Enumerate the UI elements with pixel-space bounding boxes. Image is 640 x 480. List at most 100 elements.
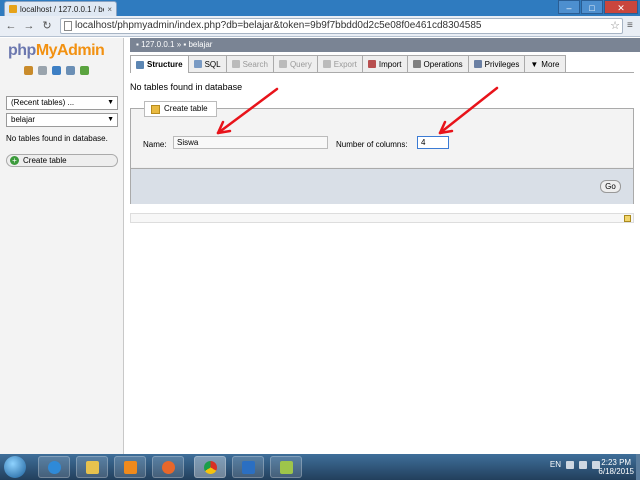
browser-tab[interactable]: localhost / 127.0.0.1 / bel × [4,1,117,16]
operations-icon [412,60,421,68]
taskbar-media[interactable] [114,456,146,478]
reload-navigation-icon[interactable] [80,66,89,75]
chevron-down-icon: ▼ [107,99,114,106]
tab-more[interactable]: ▼ More [524,55,566,72]
create-table-form: Name: Siswa Number of columns: 4 Go [130,108,634,204]
taskbar-explorer[interactable] [76,456,108,478]
breadcrumb-separator: » [176,40,182,49]
taskbar-ie[interactable] [38,456,70,478]
minimize-button[interactable]: – [558,0,580,14]
database-tabs: Structure SQL Search Query Export Import… [130,55,634,73]
tab-label: Search [242,59,268,69]
no-tables-notice: No tables found in database [130,82,243,92]
phpmyadmin-favicon-icon [9,5,17,13]
database-select-value: belajar [11,115,36,124]
create-table-fields: Name: Siswa Number of columns: 4 [131,109,633,167]
database-select[interactable]: belajar ▼ [6,113,118,127]
navigation-panel: phpMyAdmin (Recent tables) ... ▼ belajar… [0,38,124,454]
tab-import[interactable]: Import [361,55,408,72]
breadcrumb: ▪ 127.0.0.1 » ▪ belajar [130,38,640,52]
browser-titlebar: localhost / 127.0.0.1 / bel × – □ ✕ [0,0,640,16]
tab-label: SQL [204,59,221,69]
folder-icon [86,461,99,474]
docs-icon[interactable] [66,66,75,75]
help-icon[interactable] [52,66,61,75]
tab-label: Structure [147,60,183,69]
table-name-input[interactable]: Siswa [173,136,328,149]
query-icon [278,60,287,68]
maximize-button[interactable]: □ [581,0,603,14]
clock-date: 6/18/2015 [598,467,634,476]
form-footer: Go [131,168,633,204]
chevron-down-icon: ▼ [107,116,114,123]
name-label: Name: [143,140,167,149]
reload-button[interactable]: ↻ [40,19,54,33]
home-icon[interactable] [24,66,33,75]
quick-links [24,66,89,75]
tab-search[interactable]: Search [225,55,274,72]
tab-query[interactable]: Query [272,55,318,72]
tab-structure[interactable]: Structure [130,55,189,73]
system-tray: EN [550,460,600,469]
logo-php-text: php [8,42,36,59]
tab-label: Import [378,59,402,69]
export-icon [322,60,331,68]
tab-operations[interactable]: Operations [406,55,469,72]
browser-toolbar: ← → ↻ localhost/phpmyadmin/index.php?db=… [0,16,640,37]
language-indicator[interactable]: EN [550,460,561,469]
show-desktop-button[interactable] [636,454,640,480]
tab-label: More [541,59,560,69]
system-clock[interactable]: 2:23 PM 6/18/2015 [598,458,634,476]
go-button[interactable]: Go [600,180,621,193]
sidebar-no-tables-text: No tables found in database. [6,134,108,143]
sql-icon [193,60,202,68]
window-controls: – □ ✕ [558,0,638,14]
tab-close-icon[interactable]: × [107,5,112,14]
structure-icon [136,60,144,69]
windows-taskbar: EN 2:23 PM 6/18/2015 [0,454,640,480]
console-icon[interactable] [624,215,631,222]
flag-icon[interactable] [566,460,574,469]
close-window-button[interactable]: ✕ [604,0,638,14]
create-table-legend-text: Create table [164,104,208,113]
breadcrumb-server[interactable]: 127.0.0.1 [141,40,174,49]
tab-sql[interactable]: SQL [187,55,227,72]
clock-time: 2:23 PM [601,458,632,467]
bookmark-star-icon[interactable]: ☆ [610,19,620,33]
tab-export[interactable]: Export [316,55,363,72]
taskbar-editor[interactable] [270,456,302,478]
tab-label: Operations [423,59,463,69]
tab-privileges[interactable]: Privileges [467,55,526,72]
logout-icon[interactable] [38,66,47,75]
back-button[interactable]: ← [4,19,18,33]
network-icon[interactable] [579,460,587,469]
address-bar[interactable]: localhost/phpmyadmin/index.php?db=belaja… [60,18,623,34]
browser-menu-icon[interactable]: ≡ [627,20,637,32]
sidebar-create-table-label: Create table [23,156,67,165]
modem-icon [242,461,255,474]
editor-icon [280,461,293,474]
url-text: localhost/phpmyadmin/index.php?db=belaja… [75,20,482,31]
columns-input[interactable]: 4 [417,136,449,149]
forward-button[interactable]: → [22,19,36,33]
console-strip [130,213,634,223]
search-icon [231,60,240,68]
start-button[interactable] [4,456,26,478]
phpmyadmin-logo[interactable]: phpMyAdmin [8,42,105,60]
import-icon [367,60,376,68]
sidebar-create-table-button[interactable]: + Create table [6,154,118,167]
firefox-icon [162,461,175,474]
taskbar-chrome[interactable] [194,456,226,478]
logo-myadmin-text: MyAdmin [35,42,105,59]
recent-tables-select[interactable]: (Recent tables) ... ▼ [6,96,118,110]
taskbar-firefox[interactable] [152,456,184,478]
server-icon: ▪ [136,40,139,49]
breadcrumb-database[interactable]: belajar [188,40,212,49]
columns-label: Number of columns: [336,140,408,149]
tab-label: Export [333,59,357,69]
tab-label: Query [289,59,312,69]
taskbar-app-3g[interactable] [232,456,264,478]
database-icon: ▪ [183,40,187,49]
chrome-icon [204,461,217,474]
tab-title: localhost / 127.0.0.1 / bel [20,4,105,14]
